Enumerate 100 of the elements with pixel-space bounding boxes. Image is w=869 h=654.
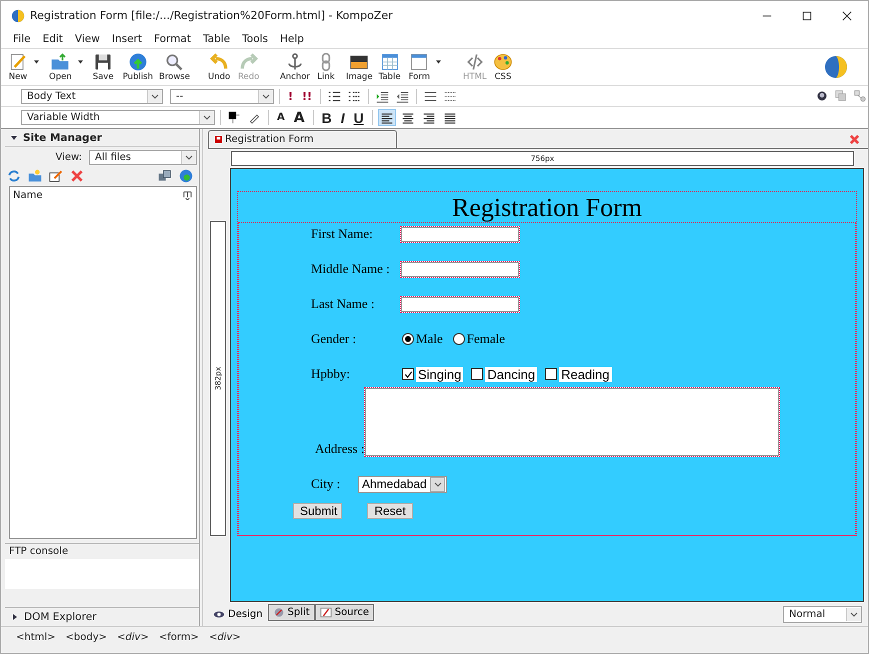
- text-style-button[interactable]: I: [338, 109, 348, 126]
- city-dropdown[interactable]: Ahmedabad: [358, 476, 447, 492]
- triangle-right-icon: [13, 614, 17, 620]
- outdent-icon[interactable]: [396, 90, 410, 102]
- table-icon: [380, 52, 400, 72]
- view-label: View:: [55, 152, 82, 162]
- toolbar-button[interactable]: Save: [90, 52, 120, 82]
- class-dropdown[interactable]: --: [170, 88, 274, 104]
- app-globe-icon: [11, 8, 25, 22]
- dotted-rule-icon[interactable]: [444, 90, 458, 102]
- menu-item[interactable]: Edit: [36, 33, 69, 45]
- field-label: Last Name :: [311, 296, 376, 312]
- element-tag[interactable]: <html>: [11, 632, 61, 643]
- field-label: Middle Name :: [311, 261, 391, 277]
- checkbox[interactable]: [545, 368, 558, 380]
- checkbox[interactable]: [402, 368, 414, 380]
- horizontal-rule-icon[interactable]: [424, 90, 438, 102]
- document-tab[interactable]: Registration Form: [208, 130, 397, 148]
- edit-icon[interactable]: [49, 169, 63, 183]
- globe-icon[interactable]: [179, 169, 193, 183]
- dropdown-arrow-icon: [78, 60, 83, 64]
- element-tag[interactable]: <form>: [154, 632, 204, 643]
- text-input[interactable]: [400, 226, 520, 242]
- form-button[interactable]: Submit: [293, 503, 342, 519]
- view-tab[interactable]: Design: [208, 606, 268, 622]
- view-dropdown[interactable]: All files: [89, 150, 197, 164]
- element-tag[interactable]: <div>: [204, 632, 246, 643]
- triangle-down-icon: [11, 136, 17, 140]
- align-left-button[interactable]: [378, 109, 396, 126]
- font-size-button[interactable]: A: [290, 109, 308, 126]
- element-tag[interactable]: <body>: [60, 632, 112, 643]
- toolbar-button[interactable]: Link: [312, 52, 343, 82]
- toolbar-button[interactable]: Table: [376, 52, 406, 82]
- toolbar-button[interactable]: Anchor: [276, 52, 313, 82]
- menu-item[interactable]: View: [68, 33, 106, 45]
- indent-icon[interactable]: [376, 90, 390, 102]
- radio-button[interactable]: [402, 333, 414, 345]
- toolbar-button[interactable]: Image: [342, 52, 376, 82]
- text-color-icon[interactable]: [228, 111, 241, 124]
- column-header[interactable]: Name: [13, 190, 43, 201]
- close-icon[interactable]: [842, 10, 852, 20]
- numbered-list-icon[interactable]: [328, 90, 342, 102]
- page-heading: Registration Form: [451, 192, 643, 222]
- font-dropdown[interactable]: Variable Width: [21, 110, 215, 125]
- checkbox[interactable]: [471, 368, 484, 380]
- new-folder-icon[interactable]: [28, 169, 42, 183]
- view-tab[interactable]: Source: [314, 604, 374, 620]
- field-label: Address :: [315, 441, 364, 457]
- toolbar-button[interactable]: New: [5, 52, 46, 82]
- chevron-down-icon: [151, 94, 159, 98]
- connector-icon[interactable]: [854, 90, 866, 102]
- toolbar-button[interactable]: Browse: [156, 52, 193, 82]
- code-icon: [464, 52, 485, 72]
- magnifier-icon: [164, 52, 184, 72]
- windows-icon[interactable]: [158, 169, 172, 183]
- toolbar-button[interactable]: CSS: [490, 52, 520, 82]
- menu-item[interactable]: Table: [196, 33, 236, 45]
- menu-item[interactable]: Tools: [236, 33, 274, 45]
- emphasis-button[interactable]: !: [285, 88, 296, 104]
- zoom-dropdown[interactable]: Normal: [783, 606, 862, 622]
- field-label: Hpbby:: [311, 366, 351, 382]
- font-size-button[interactable]: A: [274, 109, 288, 126]
- menu-item[interactable]: Insert: [106, 33, 148, 45]
- text-style-button[interactable]: U: [350, 109, 367, 126]
- dom-explorer-header[interactable]: DOM Explorer: [5, 608, 199, 626]
- radio-button[interactable]: [452, 333, 465, 345]
- toolbar-button[interactable]: Form: [406, 52, 448, 82]
- bulleted-list-icon[interactable]: [348, 90, 362, 102]
- dropdown-arrow-icon: [34, 60, 39, 64]
- close-tab-icon[interactable]: [849, 134, 860, 145]
- emphasis-button[interactable]: !!: [299, 88, 316, 104]
- toolbar-button[interactable]: Open: [46, 52, 90, 82]
- column-picker-icon[interactable]: [183, 191, 192, 200]
- chevron-down-icon: [203, 115, 211, 120]
- chevron-down-icon: [262, 94, 270, 98]
- document-icon: [215, 136, 222, 143]
- menu-item[interactable]: File: [7, 33, 37, 45]
- toolbar-button[interactable]: Publish: [120, 52, 156, 82]
- form-button[interactable]: Reset: [367, 503, 413, 519]
- field-label: City :: [311, 476, 342, 492]
- address-textarea[interactable]: [364, 387, 780, 457]
- site-manager-header[interactable]: Site Manager: [5, 129, 199, 147]
- menu-item[interactable]: Help: [274, 33, 310, 45]
- element-tag[interactable]: <div>: [112, 632, 154, 643]
- delete-icon[interactable]: [70, 169, 84, 183]
- globe-icon: [824, 55, 848, 79]
- refresh-icon[interactable]: [7, 169, 21, 183]
- chevron-down-icon: [185, 154, 193, 160]
- text-input[interactable]: [400, 260, 520, 278]
- window-title: Registration Form [file:/.../Registration%20Form.html] - KompoZer: [30, 9, 394, 22]
- toolbar-button[interactable]: Undo: [204, 52, 235, 82]
- maximize-icon[interactable]: [802, 10, 812, 20]
- text-style-button[interactable]: B: [318, 109, 335, 126]
- text-input[interactable]: [400, 296, 520, 312]
- view-tab[interactable]: Split: [268, 604, 315, 620]
- checkbox-label: Reading: [559, 366, 612, 382]
- radio-label: Male: [416, 331, 443, 347]
- palette-icon: [492, 52, 513, 72]
- paragraph-style-dropdown[interactable]: Body Text: [21, 88, 163, 104]
- menu-item[interactable]: Format: [148, 33, 197, 45]
